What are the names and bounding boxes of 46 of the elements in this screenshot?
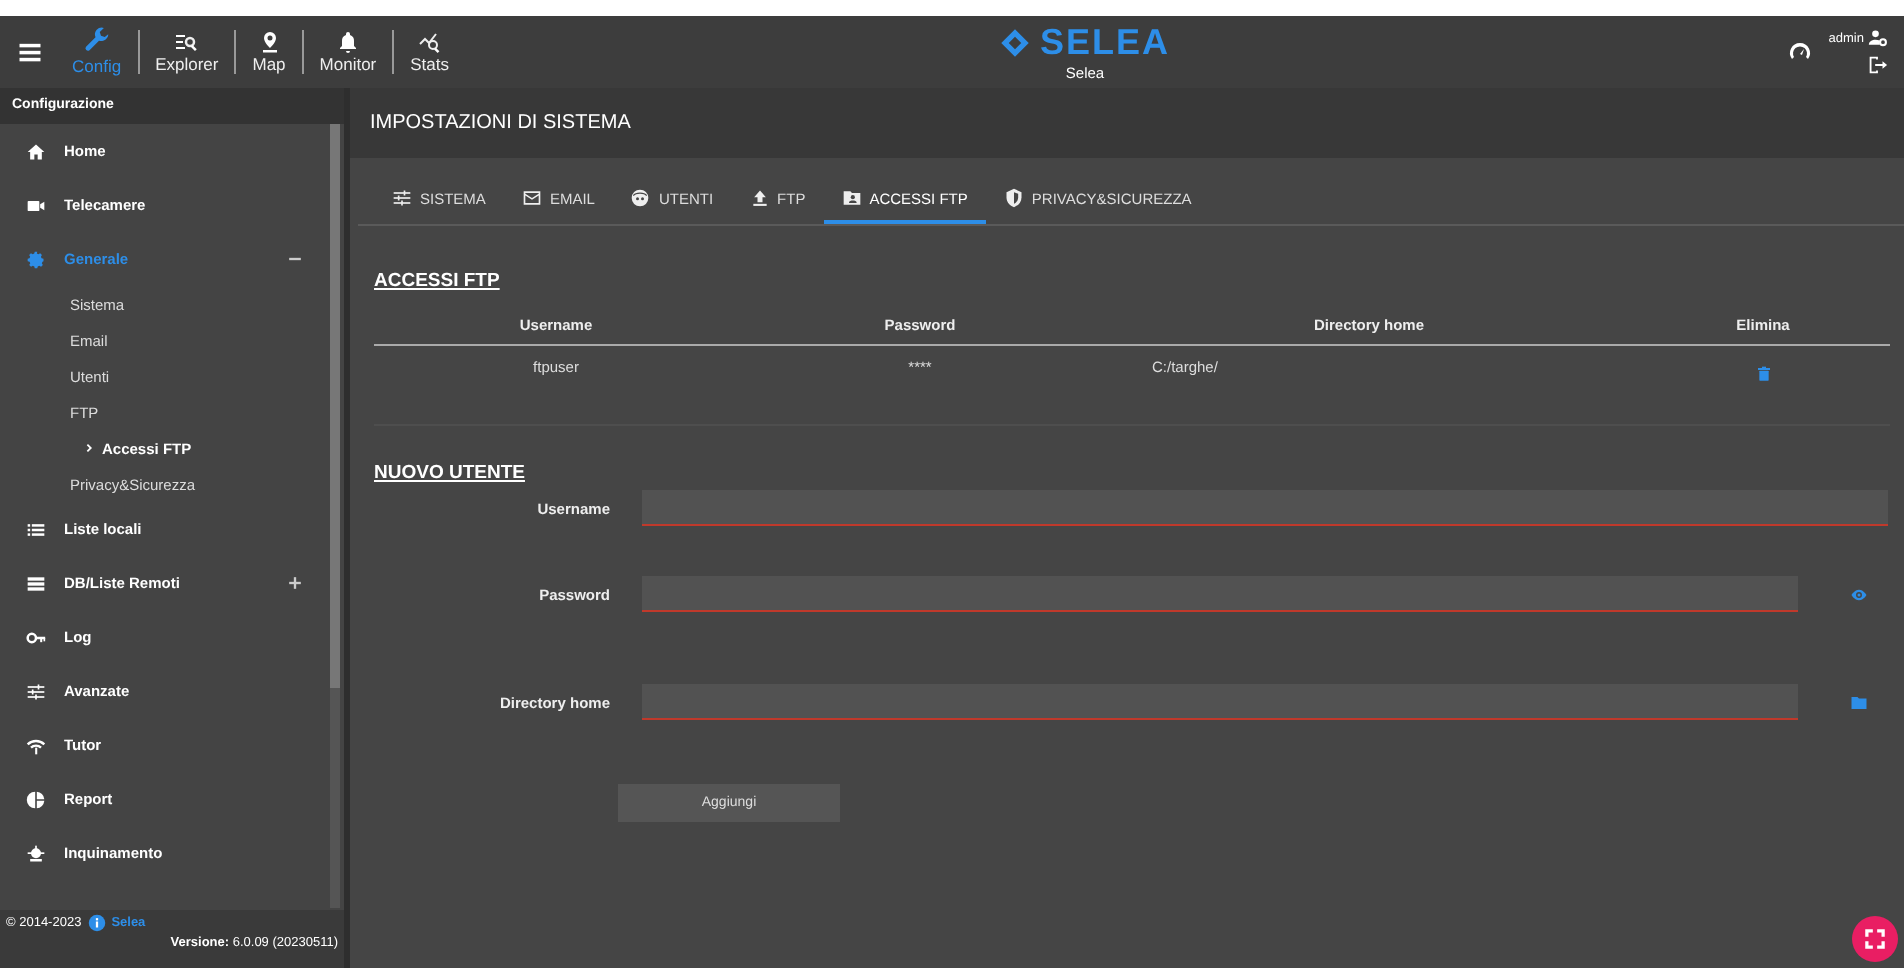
upload-icon: [749, 188, 770, 208]
input-field[interactable]: [642, 490, 1888, 526]
map-pin-icon: [257, 29, 281, 54]
database-icon: [26, 573, 46, 593]
chart-search-icon: [417, 29, 442, 54]
folder-icon[interactable]: [1850, 693, 1868, 711]
section-title: NUOVO UTENTE: [374, 462, 525, 484]
fullscreen-button[interactable]: [1852, 916, 1898, 962]
chevron-icon: [84, 442, 96, 454]
trash-icon[interactable]: [1755, 364, 1771, 384]
expand-icon: [288, 576, 302, 590]
user-gear-icon[interactable]: [1868, 28, 1888, 48]
bell-icon: [335, 29, 360, 54]
nav-item[interactable]: Explorer: [137, 29, 235, 75]
gauge-icon[interactable]: [1788, 40, 1813, 64]
list-icon: [26, 519, 46, 539]
input-field[interactable]: [642, 684, 1798, 720]
shield-icon: [1003, 188, 1024, 208]
eye-icon[interactable]: [1850, 585, 1868, 603]
scroll-bar[interactable]: [330, 124, 340, 908]
sliders-icon: [392, 188, 412, 208]
key-icon: [26, 627, 46, 647]
list-search-icon: [174, 29, 199, 54]
nav-item[interactable]: Map: [234, 29, 302, 75]
wrench-icon: [81, 26, 112, 57]
mail-icon: [521, 188, 542, 208]
logo-text: SELEA: [1040, 22, 1171, 64]
pie-chart-icon: [26, 789, 46, 809]
input-field[interactable]: [642, 576, 1798, 612]
home-icon: [26, 141, 46, 161]
user-face-icon: [630, 188, 651, 208]
collapse-icon: [288, 252, 302, 266]
sliders-icon: [26, 681, 46, 701]
diamond-logo-icon: [1000, 28, 1030, 58]
fullscreen-icon: [1862, 926, 1888, 952]
logout-icon[interactable]: [1866, 54, 1888, 76]
video-camera-icon: [26, 195, 46, 215]
nav-item[interactable]: Stats: [392, 29, 465, 75]
page-title: IMPOSTAZIONI DI SISTEMA: [350, 88, 1904, 158]
nav-item[interactable]: Monitor: [301, 29, 393, 75]
menu-icon[interactable]: [16, 38, 44, 66]
section-title: ACCESSI FTP: [374, 270, 500, 292]
wifi-icon: [26, 735, 46, 755]
folder-user-icon: [841, 188, 862, 208]
info-icon: [87, 914, 106, 932]
settings-icon: [26, 249, 46, 269]
